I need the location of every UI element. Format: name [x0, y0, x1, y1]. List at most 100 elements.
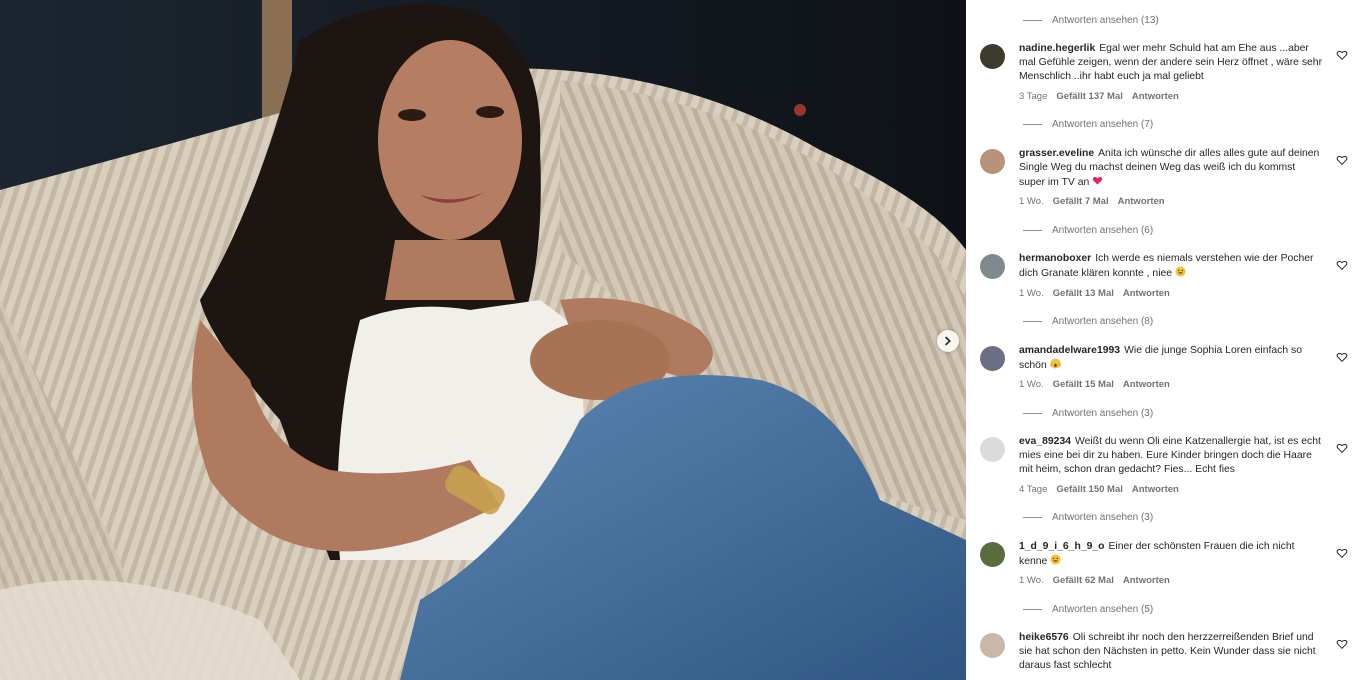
comments-panel[interactable]: Antworten ansehen (13) nadine.hegerlik Eg… — [966, 0, 1360, 680]
chevron-right-icon — [945, 336, 951, 346]
avatar[interactable] — [980, 345, 1005, 371]
view-replies-label: Antworten ansehen (8) — [1052, 316, 1154, 328]
red-heart-emoji — [1092, 177, 1103, 185]
post-photo — [0, 0, 966, 680]
comment-row: grasser.eveline Anita ich wünsche dir all… — [966, 147, 1360, 211]
like-comment-button[interactable] — [1336, 258, 1348, 271]
avatar[interactable] — [980, 44, 1005, 69]
reply-button[interactable]: Antworten — [1123, 379, 1170, 393]
avatar[interactable] — [980, 541, 1005, 567]
comment-item: amandadelware1993 Wie die junge Sophia Lo… — [966, 344, 1360, 427]
comment-timestamp: 1 Wo. — [1019, 196, 1044, 208]
comment-timestamp: 1 Wo. — [1019, 379, 1044, 391]
view-replies-button[interactable]: Antworten ansehen (13) — [966, 6, 1360, 34]
comment-timestamp: 1 Wo. — [1019, 287, 1044, 299]
heart-outline-icon — [1336, 50, 1348, 61]
comment-username[interactable]: eva_89234 — [1019, 436, 1071, 447]
comment-meta: 1 Wo. Gefällt 13 Mal Antworten — [1019, 288, 1324, 302]
view-replies-label: Antworten ansehen (7) — [1052, 119, 1154, 131]
replies-divider — [1023, 229, 1042, 231]
comment-like-count[interactable]: Gefällt 62 Mal — [1053, 575, 1114, 589]
comment-username[interactable]: heike6576 — [1019, 632, 1069, 643]
comment-timestamp: 4 Tage — [1019, 483, 1048, 495]
view-replies-button[interactable]: Antworten ansehen (5) — [966, 595, 1360, 623]
comment-like-count[interactable]: Gefällt 15 Mal — [1053, 379, 1114, 393]
red-heart-icon — [1089, 177, 1103, 188]
comment-username[interactable]: nadine.hegerlik — [1019, 43, 1095, 54]
like-comment-button[interactable] — [1336, 546, 1348, 558]
screaming-face-emoji — [1050, 358, 1061, 369]
next-image-button[interactable] — [937, 330, 959, 352]
replies-divider — [1023, 412, 1042, 414]
like-comment-button[interactable] — [1336, 153, 1348, 165]
comment-item: 1_d_9_i_6_h_9_o Einer der schönsten Fraue… — [966, 540, 1360, 623]
avatar[interactable] — [980, 437, 1005, 463]
comment-text: heike6576 Oli schreibt ihr noch den herzz… — [1019, 631, 1324, 674]
view-replies-button[interactable]: Antworten ansehen (8) — [966, 308, 1360, 336]
like-comment-button[interactable] — [1336, 637, 1348, 650]
comment-row: eva_89234 Weißt du wenn Oli eine Katzenal… — [966, 435, 1360, 498]
comment-item: eva_89234 Weißt du wenn Oli eine Katzenal… — [966, 435, 1360, 532]
avatar[interactable] — [980, 254, 1005, 280]
avatar[interactable] — [980, 633, 1005, 659]
comment-meta: 4 Tage Gefällt 150 Mal Antworten — [1019, 484, 1324, 498]
like-comment-button[interactable] — [1336, 441, 1348, 454]
comment-meta: 1 Wo. Gefällt 62 Mal Antworten — [1019, 575, 1324, 589]
heart-outline-icon — [1336, 548, 1348, 558]
comment-body: heike6576 Oli schreibt ihr noch den herzz… — [1019, 631, 1346, 674]
comment-like-count[interactable]: Gefällt 13 Mal — [1053, 288, 1114, 302]
heart-outline-icon — [1336, 352, 1348, 362]
comment-body: amandadelware1993 Wie die junge Sophia Lo… — [1019, 344, 1346, 393]
replies-divider — [1023, 608, 1042, 610]
comment-row: nadine.hegerlik Egal wer mehr Schuld hat … — [966, 42, 1360, 105]
replies-divider — [1023, 321, 1042, 323]
comment-body: eva_89234 Weißt du wenn Oli eine Katzenal… — [1019, 435, 1346, 498]
comment-like-count[interactable]: Gefällt 150 Mal — [1056, 484, 1123, 498]
comment-row: heike6576 Oli schreibt ihr noch den herzz… — [966, 631, 1360, 674]
comment-item: grasser.eveline Anita ich wünsche dir all… — [966, 147, 1360, 245]
grinning-face-emoji — [1175, 266, 1186, 277]
heart-outline-icon — [1336, 155, 1348, 165]
comment-meta: 1 Wo. Gefällt 15 Mal Antworten — [1019, 379, 1324, 393]
comment-item: heike6576 Oli schreibt ihr noch den herzz… — [966, 631, 1360, 674]
view-replies-button[interactable]: Antworten ansehen (6) — [966, 216, 1360, 244]
reply-button[interactable]: Antworten — [1123, 575, 1170, 589]
like-comment-button[interactable] — [1336, 48, 1348, 61]
screaming-face-icon — [1047, 358, 1061, 371]
view-replies-button[interactable]: Antworten ansehen (7) — [966, 111, 1360, 139]
comment-username[interactable]: 1_d_9_i_6_h_9_o — [1019, 541, 1105, 552]
comment-text: amandadelware1993 Wie die junge Sophia Lo… — [1019, 344, 1324, 373]
replies-divider — [1023, 19, 1042, 21]
comment-like-count[interactable]: Gefällt 7 Mal — [1053, 196, 1109, 210]
comment-meta: 3 Tage Gefällt 137 Mal Antworten — [1019, 91, 1324, 105]
photo-woman-in-beanbag — [0, 0, 966, 680]
replies-divider — [1023, 124, 1042, 126]
comment-item: nadine.hegerlik Egal wer mehr Schuld hat … — [966, 42, 1360, 139]
view-replies-button[interactable]: Antworten ansehen (3) — [966, 504, 1360, 532]
comment-body: 1_d_9_i_6_h_9_o Einer der schönsten Fraue… — [1019, 540, 1346, 589]
comment-row: amandadelware1993 Wie die junge Sophia Lo… — [966, 344, 1360, 393]
comment-body: grasser.eveline Anita ich wünsche dir all… — [1019, 147, 1346, 211]
reply-button[interactable]: Antworten — [1132, 484, 1179, 498]
comment-timestamp: 1 Wo. — [1019, 575, 1044, 587]
comment-row: hermanoboxer Ich werde es niemals versteh… — [966, 252, 1360, 301]
reply-button[interactable]: Antworten — [1123, 288, 1170, 302]
like-comment-button[interactable] — [1336, 350, 1348, 362]
comment-body: hermanoboxer Ich werde es niemals versteh… — [1019, 252, 1346, 301]
comment-username[interactable]: hermanoboxer — [1019, 253, 1091, 264]
grinning-face-emoji — [1050, 554, 1061, 565]
view-replies-label: Antworten ansehen (3) — [1052, 407, 1154, 419]
view-replies-button[interactable]: Antworten ansehen (3) — [966, 399, 1360, 427]
comment-list: nadine.hegerlik Egal wer mehr Schuld hat … — [966, 42, 1360, 674]
comment-text: hermanoboxer Ich werde es niemals versteh… — [1019, 252, 1324, 281]
comment-body: nadine.hegerlik Egal wer mehr Schuld hat … — [1019, 42, 1346, 105]
reply-button[interactable]: Antworten — [1118, 196, 1165, 210]
grinning-face-icon — [1047, 554, 1061, 567]
comment-like-count[interactable]: Gefällt 137 Mal — [1056, 91, 1123, 105]
comment-row: 1_d_9_i_6_h_9_o Einer der schönsten Fraue… — [966, 540, 1360, 589]
comment-username[interactable]: grasser.eveline — [1019, 148, 1094, 159]
reply-button[interactable]: Antworten — [1132, 91, 1179, 105]
avatar[interactable] — [980, 148, 1005, 174]
comment-username[interactable]: amandadelware1993 — [1019, 345, 1120, 356]
view-replies-label: Antworten ansehen (5) — [1052, 603, 1154, 615]
